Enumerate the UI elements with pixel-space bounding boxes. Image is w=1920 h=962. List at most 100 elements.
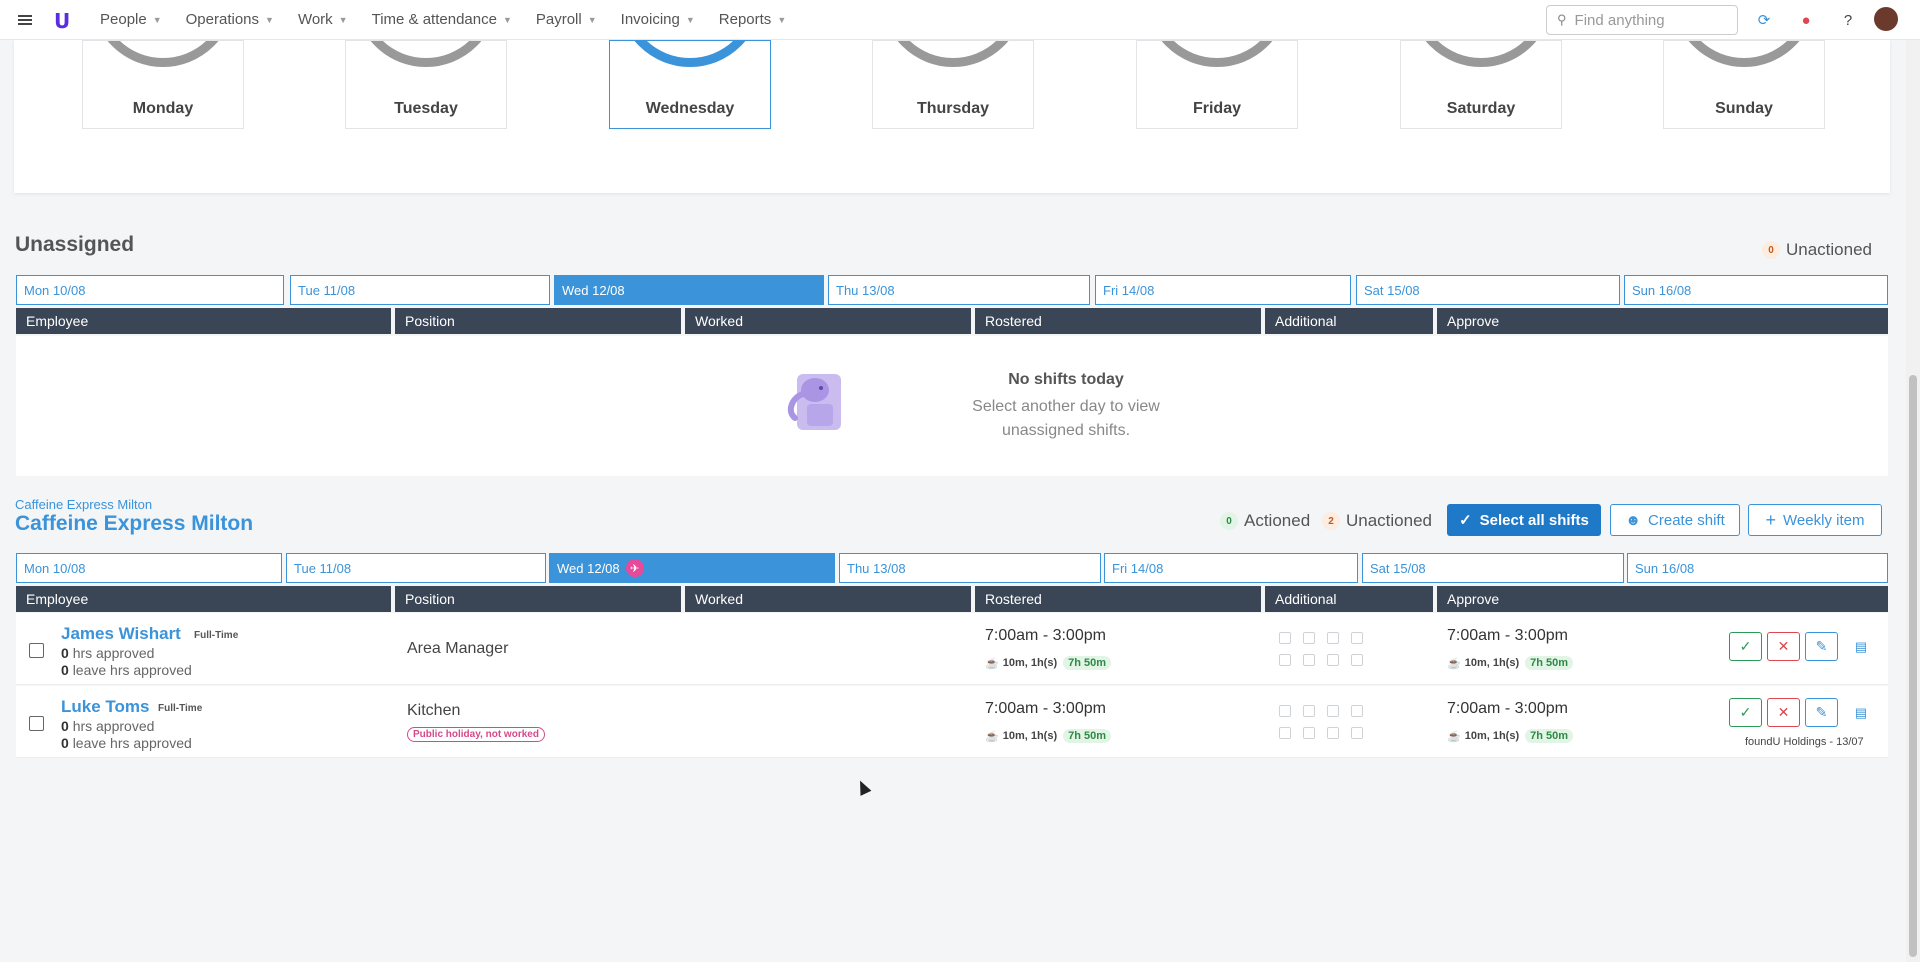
money-icon[interactable] [1351,654,1363,666]
help-icon[interactable]: ? [1838,10,1858,30]
tab-sat[interactable]: Sat 15/08 [1356,275,1620,305]
tab-tue[interactable]: Tue 11/08 [286,553,546,583]
reject-button[interactable]: ✕ [1767,632,1800,661]
tab-sat[interactable]: Sat 15/08 [1362,553,1624,583]
day-card-thursday[interactable]: Thursday [872,40,1034,129]
shift-details-icon[interactable]: ▤ [1851,637,1871,657]
menu-icon[interactable] [0,13,50,27]
day-ring [1672,41,1816,67]
unactioned-stat: 2 Unactioned [1322,511,1432,531]
day-card-tuesday[interactable]: Tuesday [345,40,507,129]
app-logo[interactable]: U [54,9,76,33]
avatar[interactable] [1874,7,1898,31]
tab-mon[interactable]: Mon 10/08 [16,275,284,305]
tab-sun[interactable]: Sun 16/08 [1627,553,1888,583]
nav-label: People [100,11,147,28]
hours-count: 0 [61,645,69,661]
day-card-sunday[interactable]: Sunday [1663,40,1825,129]
col-worked: Worked [685,586,971,612]
chevron-down-icon: ▼ [685,14,695,25]
nav-item-time-attendance[interactable]: Time & attendance ▼ [372,11,512,28]
search-input[interactable]: ⚲ Find anything [1546,5,1738,35]
coffee-icon: ☕ [1447,657,1461,670]
empty-state: No shifts today Select another day to vi… [16,336,1888,476]
location-table-header: Employee Position Worked Rostered Additi… [16,586,1888,612]
day-label: Thursday [916,100,989,117]
check-icon: ✓ [1739,704,1752,720]
nav-item-work[interactable]: Work ▼ [298,11,348,28]
search-placeholder: Find anything [1574,11,1665,29]
day-card-saturday[interactable]: Saturday [1400,40,1562,129]
col-additional: Additional [1265,308,1433,334]
create-shift-button[interactable]: ☻ Create shift [1610,504,1740,536]
bell-icon[interactable]: ● [1796,10,1816,30]
nav-label: Reports [718,11,772,28]
leave-source-note: foundU Holdings - 13/07 [1745,736,1864,748]
nav-label: Time & attendance [371,11,497,28]
public-holiday-badge: Public holiday, not worked [407,727,545,742]
chevron-down-icon: ▼ [152,14,162,25]
page-scrollbar[interactable] [1906,40,1920,962]
row-checkbox[interactable] [29,643,44,658]
tab-thu[interactable]: Thu 13/08 [828,275,1090,305]
allowance-icon[interactable] [1303,727,1315,739]
nav-label: Work [297,11,333,28]
file-icon[interactable] [1351,705,1363,717]
empty-title: No shifts today [1008,371,1124,388]
message-icon[interactable] [1327,654,1339,666]
image-icon[interactable] [1279,705,1291,717]
tab-fri[interactable]: Fri 14/08 [1095,275,1351,305]
empty-sub-line: unassigned shifts. [1001,422,1131,439]
day-card-friday[interactable]: Friday [1136,40,1298,129]
total-hours-badge: 7h 50m [1063,729,1112,743]
comment-icon[interactable] [1303,705,1315,717]
tab-tue[interactable]: Tue 11/08 [290,275,550,305]
copy-icon[interactable] [1279,727,1291,739]
edit-button[interactable]: ✎ [1805,698,1838,727]
nav-item-people[interactable]: People ▼ [100,11,162,28]
day-card-wednesday[interactable]: Wednesday [609,40,771,129]
additional-icons [1279,705,1365,739]
weekly-item-button[interactable]: + Weekly item [1748,504,1882,536]
rostered-time: 7:00am - 3:00pm [985,627,1106,644]
col-rostered: Rostered [975,586,1261,612]
tab-wed[interactable]: Wed 12/08 [554,275,824,305]
employee-name[interactable]: James Wishart [61,624,181,644]
day-label: Friday [1192,100,1241,117]
approve-button[interactable]: ✓ [1729,632,1762,661]
nav-item-operations[interactable]: Operations ▼ [186,11,274,28]
employee-name[interactable]: Luke Toms [61,697,149,717]
select-all-shifts-button[interactable]: ✓ Select all shifts [1447,504,1601,536]
approve-button[interactable]: ✓ [1729,698,1762,727]
image-icon[interactable] [1279,632,1291,644]
scrollbar-thumb[interactable] [1909,375,1917,957]
tab-fri[interactable]: Fri 14/08 [1104,553,1358,583]
row-checkbox[interactable] [29,716,44,731]
file-icon[interactable] [1351,632,1363,644]
shift-details-icon[interactable]: ▤ [1851,703,1871,723]
day-label: Sunday [1715,100,1773,117]
col-additional: Additional [1265,586,1433,612]
refresh-icon[interactable]: ⟳ [1754,10,1774,30]
nav-item-invoicing[interactable]: Invoicing ▼ [621,11,695,28]
money-icon[interactable] [1351,727,1363,739]
edit-button[interactable]: ✎ [1805,632,1838,661]
nav-item-payroll[interactable]: Payroll ▼ [536,11,597,28]
unassigned-unactioned-stat: 0 Unactioned [1762,240,1872,260]
close-icon: ✕ [1777,638,1790,654]
document-icon[interactable] [1327,632,1339,644]
message-icon[interactable] [1327,727,1339,739]
tab-sun[interactable]: Sun 16/08 [1624,275,1888,305]
document-icon[interactable] [1327,705,1339,717]
day-ring [618,41,762,67]
tab-mon[interactable]: Mon 10/08 [16,553,282,583]
allowance-icon[interactable] [1303,654,1315,666]
comment-icon[interactable] [1303,632,1315,644]
location-breadcrumb[interactable]: Caffeine Express Milton [15,497,152,512]
day-card-monday[interactable]: Monday [82,40,244,129]
tab-thu[interactable]: Thu 13/08 [839,553,1101,583]
tab-wed[interactable]: Wed 12/08 ✈ [549,553,835,583]
nav-item-reports[interactable]: Reports ▼ [719,11,786,28]
copy-icon[interactable] [1279,654,1291,666]
reject-button[interactable]: ✕ [1767,698,1800,727]
